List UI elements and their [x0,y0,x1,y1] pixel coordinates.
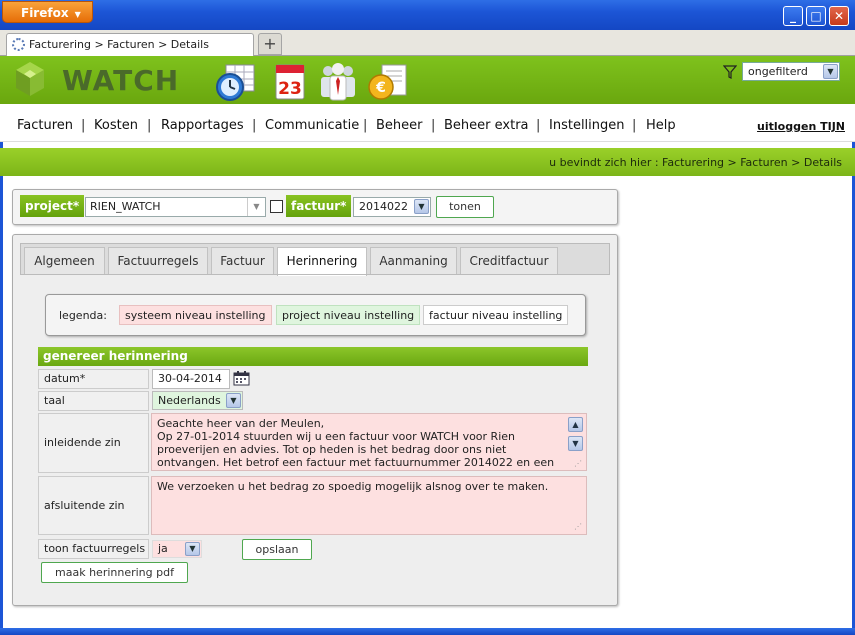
menu-separator: | [252,118,257,133]
breadcrumb-bar: u bevindt zich hier : Facturering > Fact… [0,148,855,176]
closing-label: afsluitende zin [38,476,149,535]
intro-line: ontvangen. Het betrof een factuur met fa… [157,456,555,469]
menu-communicatie[interactable]: Communicatie [265,118,359,133]
intro-textarea[interactable]: Geachte heer van der Meulen, Op 27-01-20… [151,413,587,471]
close-button[interactable]: ✕ [829,6,849,26]
language-label: taal [38,391,149,411]
logout-link[interactable]: uitloggen TIJN [757,120,845,133]
calendar-day-label: 23 [278,79,302,99]
filter-select-value: ongefilterd [748,65,808,78]
tab-divider [20,274,610,275]
menu-rapportages[interactable]: Rapportages [161,118,244,133]
legend-project: project niveau instelling [276,305,421,325]
date-input[interactable]: 30-04-2014 [152,369,230,389]
intro-line: Op 27-01-2014 stuurden wij u een factuur… [157,430,515,443]
chevron-down-icon: ▼ [247,198,265,216]
window-titlebar: Firefox ▼ _ □ ✕ [0,0,855,30]
closing-textarea[interactable]: We verzoeken u het bedrag zo spoedig mog… [151,476,587,535]
tab-herinnering[interactable]: Herinnering [277,247,367,276]
legend-label: legenda: [59,309,107,322]
menu-separator: | [147,118,152,133]
new-tab-button[interactable]: + [258,33,282,55]
factuur-select-value: 2014022 [359,200,408,213]
factuur-select[interactable]: 2014022 ▼ [353,197,431,217]
app-header: WATCH 23 € [0,56,855,104]
intro-label: inleidende zin [38,413,149,473]
save-button[interactable]: opslaan [242,539,312,560]
intro-line: proeverijen en advies. Tot op heden is h… [157,443,507,456]
filter-icon [723,65,737,79]
watch-logo-icon [16,62,44,96]
menu-separator: | [363,118,368,133]
tab-algemeen[interactable]: Algemeen [24,247,105,275]
calendar-picker-icon[interactable] [233,370,251,386]
closing-text: We verzoeken u het bedrag zo spoedig mog… [157,480,549,493]
menu-beheer-extra[interactable]: Beheer extra [444,118,529,133]
browser-tab[interactable]: Facturering > Facturen > Details [6,33,254,57]
tab-factuurregels[interactable]: Factuurregels [108,247,208,275]
project-label: project* [20,195,85,217]
factuur-label: factuur* [286,195,352,217]
show-button[interactable]: tonen [436,196,494,218]
menu-separator: | [81,118,86,133]
show-lines-label: toon factuurregels [38,539,149,559]
invoice-euro-icon[interactable]: € [366,59,410,103]
menu-instellingen[interactable]: Instellingen [549,118,625,133]
main-menu: Facturen | Kosten | Rapportages | Commun… [0,104,855,142]
menu-kosten[interactable]: Kosten [94,118,138,133]
loading-icon [12,38,25,51]
menu-beheer[interactable]: Beheer [376,118,423,133]
chevron-down-icon: ▼ [74,10,81,19]
chevron-down-icon: ▼ [823,64,838,79]
breadcrumb: u bevindt zich hier : Facturering > Fact… [549,156,842,169]
app-logo-text: WATCH [62,64,180,97]
legend-invoice: factuur niveau instelling [423,305,569,325]
language-select-value: Nederlands [158,394,221,407]
tab-factuur[interactable]: Factuur [211,247,274,275]
agenda-icon[interactable]: 23 [268,59,312,103]
legend-system: systeem niveau instelling [119,305,272,325]
show-lines-select-value: ja [158,542,168,555]
chevron-down-icon: ▼ [185,542,200,556]
scroll-down-icon[interactable]: ▼ [568,436,583,451]
window-border-bottom [0,628,855,635]
make-pdf-button[interactable]: maak herinnering pdf [41,562,188,583]
maximize-button[interactable]: □ [806,6,826,26]
chevron-down-icon: ▼ [226,393,241,408]
menu-help[interactable]: Help [646,118,676,133]
factuur-checkbox[interactable] [270,200,283,213]
menu-separator: | [536,118,541,133]
show-lines-select[interactable]: ja ▼ [152,540,202,558]
browser-tabstrip: Facturering > Facturen > Details + [0,30,855,57]
intro-line: Geachte heer van der Meulen, [157,417,325,430]
browser-tab-title: Facturering > Facturen > Details [29,38,209,51]
time-calendar-icon[interactable] [214,59,258,103]
svg-text:€: € [375,80,386,96]
minimize-button[interactable]: _ [783,6,803,26]
project-select-value: RIEN_WATCH [90,200,161,213]
date-label: datum* [38,369,149,389]
menu-separator: | [431,118,436,133]
filter-select[interactable]: ongefilterd ▼ [742,62,840,81]
project-select[interactable]: RIEN_WATCH ▼ [85,197,266,217]
language-select[interactable]: Nederlands ▼ [152,391,243,410]
tab-aanmaning[interactable]: Aanmaning [370,247,457,275]
users-icon[interactable] [316,59,360,103]
chevron-down-icon: ▼ [414,199,429,214]
section-title: genereer herinnering [38,347,588,366]
resize-grip-icon[interactable]: ⋰ [574,522,584,532]
menu-facturen[interactable]: Facturen [17,118,73,133]
resize-grip-icon[interactable]: ⋰ [574,459,584,469]
scroll-up-icon[interactable]: ▲ [568,417,583,432]
date-input-value: 30-04-2014 [158,372,222,385]
tab-creditfactuur[interactable]: Creditfactuur [460,247,558,275]
firefox-menu-button[interactable]: Firefox ▼ [2,1,93,23]
menu-separator: | [632,118,637,133]
